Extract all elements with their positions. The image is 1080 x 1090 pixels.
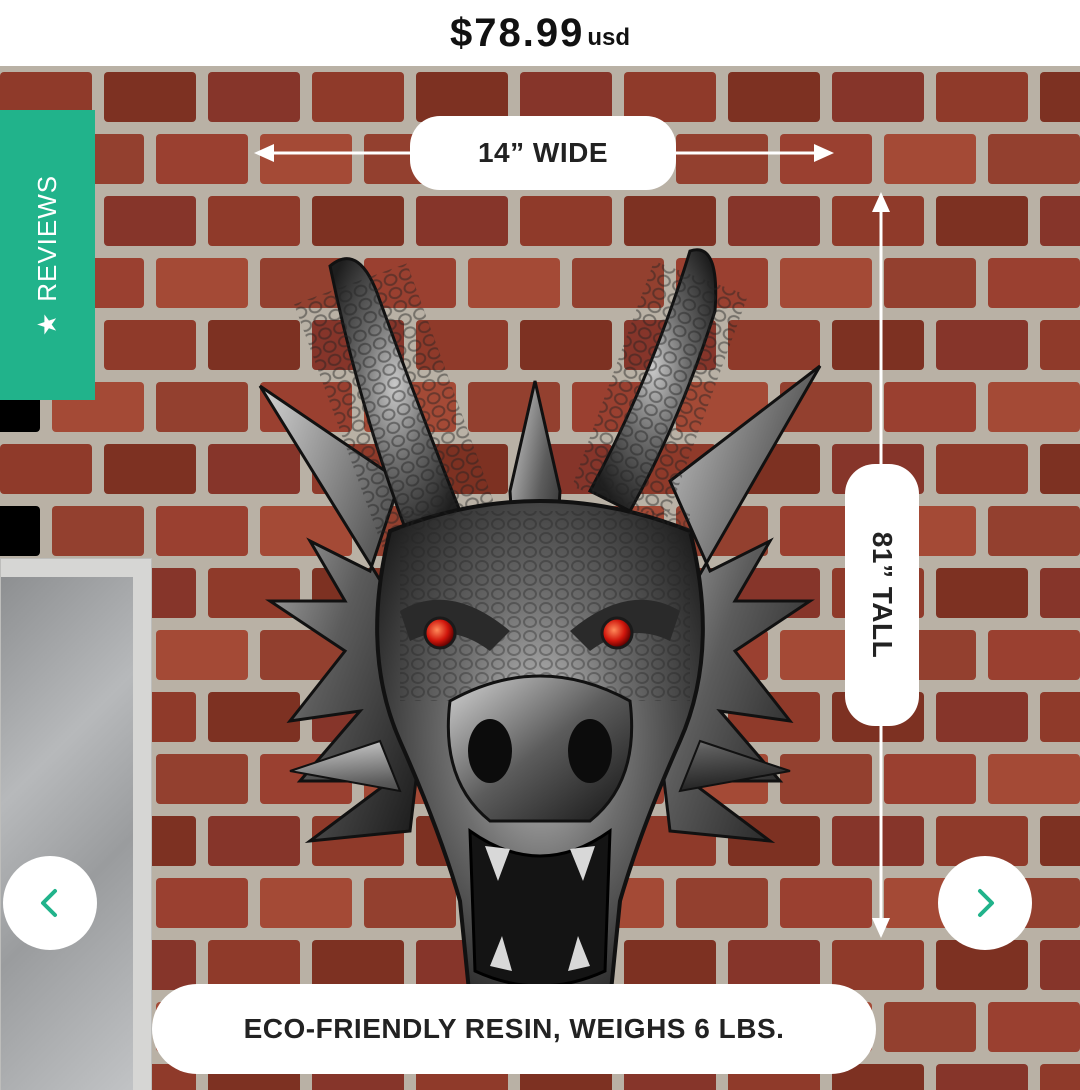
star-icon: ★ — [32, 311, 63, 336]
height-dimension-label: 81” TALL — [845, 464, 919, 726]
reviews-tab-label: REVIEWS — [32, 174, 63, 302]
previous-image-button[interactable] — [3, 856, 97, 950]
reviews-tab[interactable]: ★ REVIEWS — [0, 110, 95, 400]
price-amount: $78.99 — [449, 10, 585, 55]
reviews-tab-content: ★ REVIEWS — [32, 174, 63, 335]
width-dimension-label: 14” WIDE — [410, 116, 676, 190]
price-currency: usd — [587, 24, 630, 51]
price-header: $78.99 usd — [0, 0, 1080, 66]
material-label: ECO-FRIENDLY RESIN, WEIGHS 6 LBS. — [152, 984, 876, 1074]
chevron-right-icon — [978, 889, 994, 917]
height-dimension-text: 81” TALL — [867, 531, 899, 659]
chevron-left-icon — [41, 889, 57, 917]
product-image: 14” WIDE 81” TALL ECO-FRIENDLY RESIN, WE… — [0, 66, 1080, 1090]
next-image-button[interactable] — [938, 856, 1032, 950]
